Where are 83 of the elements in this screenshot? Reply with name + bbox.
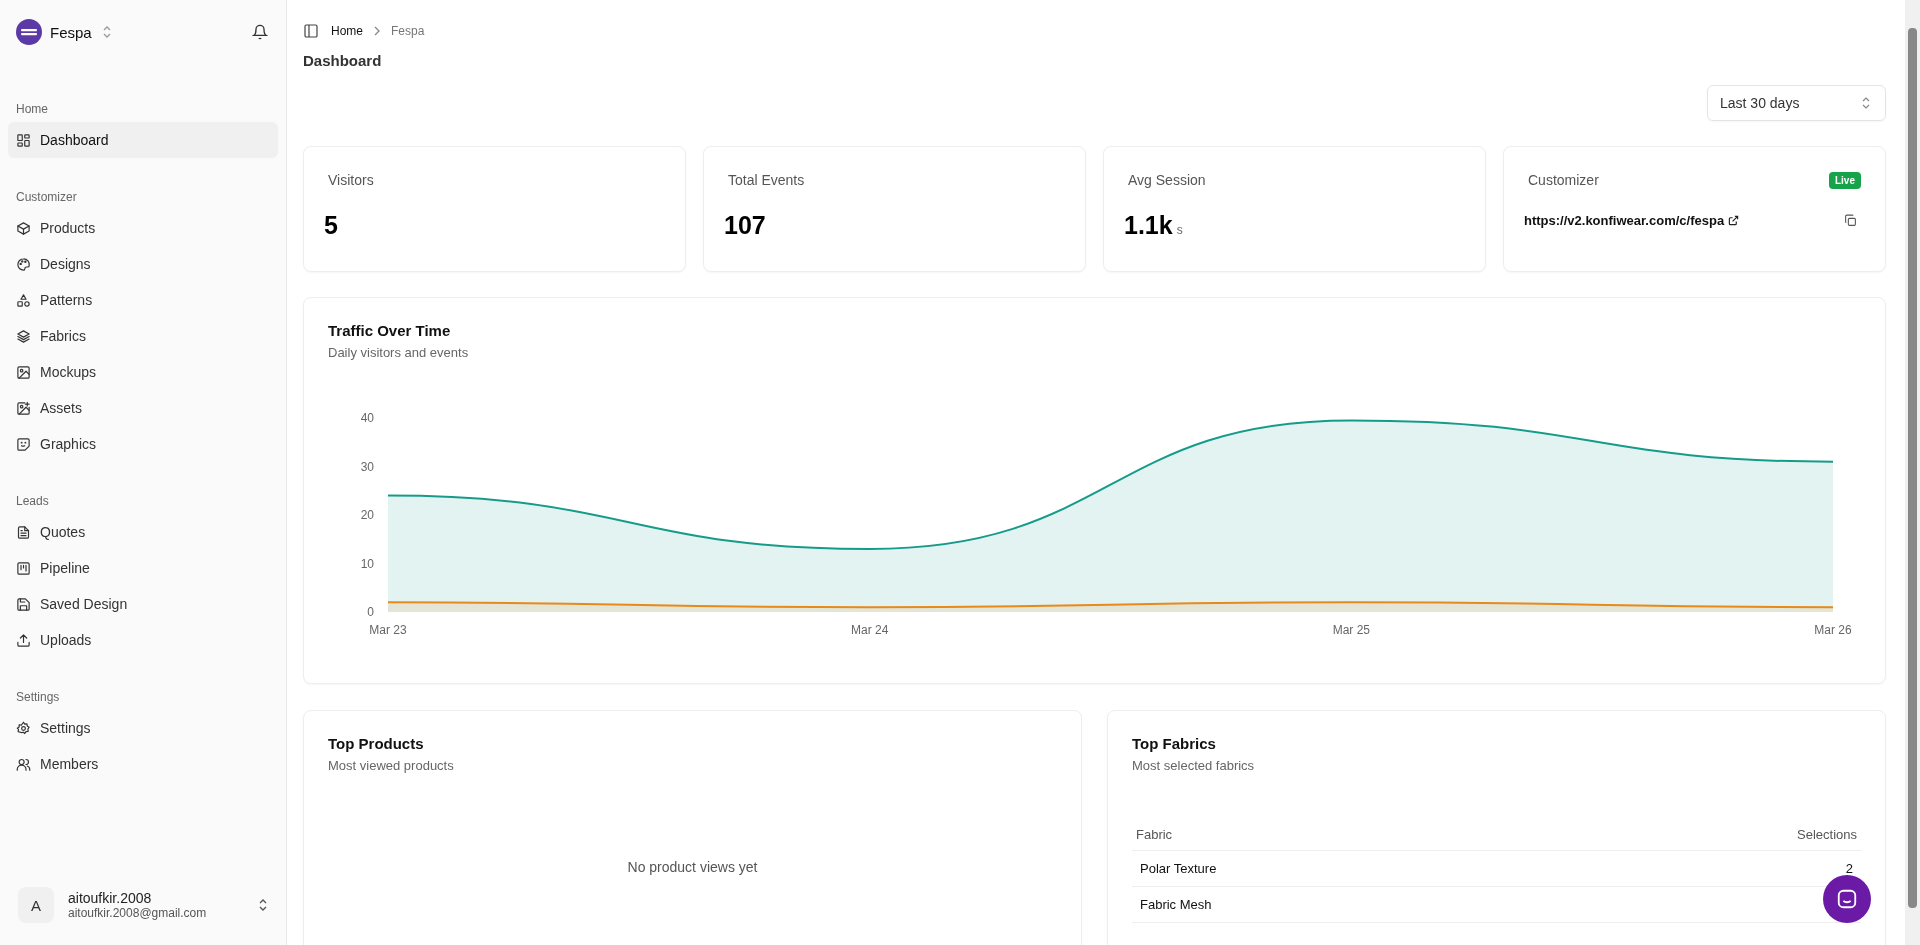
nav-item[interactable]: Members <box>8 746 278 782</box>
axis-label: Mar 23 <box>369 623 407 637</box>
table-cell: Fabric Mesh <box>1132 886 1552 923</box>
axis-label: 20 <box>360 508 374 522</box>
axis-label: 0 <box>367 605 374 619</box>
palette-icon <box>16 256 31 272</box>
chevron-icon <box>101 25 112 39</box>
axis-label: 30 <box>360 459 374 474</box>
nav-item[interactable]: Patterns <box>8 282 278 318</box>
image-icon <box>16 364 31 380</box>
user-email: aitoufkir.2008@gmail.com <box>68 906 208 920</box>
grid-icon <box>16 132 31 148</box>
stat-unit: s <box>1176 223 1183 237</box>
layers-icon <box>16 328 31 344</box>
avatar: A <box>18 887 54 923</box>
nav-item[interactable]: Dashboard <box>8 122 278 158</box>
card-title: Top Fabrics <box>1132 735 1217 752</box>
nav-item[interactable]: Mockups <box>8 354 278 390</box>
axis-label: 40 <box>360 411 374 425</box>
save-icon <box>16 596 31 612</box>
copy-button[interactable] <box>1844 214 1857 227</box>
section-label: Settings <box>15 690 61 706</box>
section-label: Leads <box>15 494 50 510</box>
shapes-icon <box>16 292 31 308</box>
nav-item[interactable]: Pipeline <box>8 550 278 586</box>
column-header: Selections <box>1551 827 1861 851</box>
scrollbar[interactable] <box>1905 0 1920 945</box>
logo-icon <box>16 19 42 45</box>
card-subtitle: Most selected fabrics <box>1132 758 1256 773</box>
workspace-name: Fespa <box>50 23 92 41</box>
column-header: Fabric <box>1132 827 1552 851</box>
board-icon <box>16 560 31 576</box>
stat-label: Total Events <box>728 172 805 188</box>
nav-item[interactable]: Assets <box>8 390 278 426</box>
nav-item[interactable]: Fabrics <box>8 318 278 354</box>
card-subtitle: Most viewed products <box>328 758 455 773</box>
notifications-button[interactable] <box>250 22 270 42</box>
nav-item[interactable]: Quotes <box>8 514 278 550</box>
axis-label: 10 <box>360 556 374 571</box>
card-title: Top Products <box>328 735 425 752</box>
table-cell: Polar Texture <box>1132 850 1552 887</box>
chevron-icon <box>258 898 268 912</box>
image-plus-icon <box>16 400 31 416</box>
chat-icon <box>1836 888 1858 910</box>
workspace-switcher[interactable]: Fespa <box>16 19 112 45</box>
date-range-select[interactable]: Last 30 days <box>1707 85 1886 121</box>
card-title: Traffic Over Time <box>328 322 452 339</box>
nav-item[interactable]: Uploads <box>8 622 278 658</box>
section-label: Home <box>15 102 49 118</box>
cube-icon <box>16 220 31 236</box>
sticker-icon <box>16 436 31 452</box>
user-name: aitoufkir.2008 <box>68 890 153 906</box>
nav-item[interactable]: Saved Design <box>8 586 278 622</box>
user-menu[interactable]: A aitoufkir.2008 aitoufkir.2008@gmail.com <box>8 879 278 931</box>
external-link-icon <box>1728 215 1740 226</box>
empty-message: No product views yet <box>627 859 758 875</box>
stat-label: Visitors <box>328 172 374 188</box>
users-icon <box>16 756 31 772</box>
axis-label: Mar 24 <box>851 623 889 637</box>
stat-label: Avg Session <box>1128 172 1206 188</box>
status-badge: Live <box>1829 171 1861 189</box>
upload-icon <box>16 632 31 648</box>
breadcrumb-link[interactable]: Home <box>331 24 363 38</box>
stat-value: 107 <box>724 211 766 240</box>
stat-value: 1.1k <box>1124 211 1173 240</box>
settings-icon <box>16 720 31 736</box>
chevron-right-icon <box>373 26 381 36</box>
chevron-icon <box>1861 96 1871 110</box>
document-icon <box>16 524 31 540</box>
url-link[interactable]: https://v2.konfiwear.com/c/fespa <box>1524 213 1725 228</box>
stat-value: 5 <box>324 211 338 240</box>
axis-label: Mar 25 <box>1332 623 1370 637</box>
nav-item[interactable]: Products <box>8 210 278 246</box>
stat-label: Customizer <box>1528 172 1599 188</box>
card-subtitle: Daily visitors and events <box>328 345 470 360</box>
nav-item[interactable]: Designs <box>8 246 278 282</box>
breadcrumb-current: Fespa <box>391 24 425 38</box>
nav-item[interactable]: Settings <box>8 710 278 746</box>
sidebar-toggle-icon[interactable] <box>303 23 319 39</box>
axis-label: Mar 26 <box>1814 623 1852 637</box>
nav-item[interactable]: Graphics <box>8 426 278 462</box>
page-title: Dashboard <box>303 52 383 69</box>
section-label: Customizer <box>15 190 78 206</box>
